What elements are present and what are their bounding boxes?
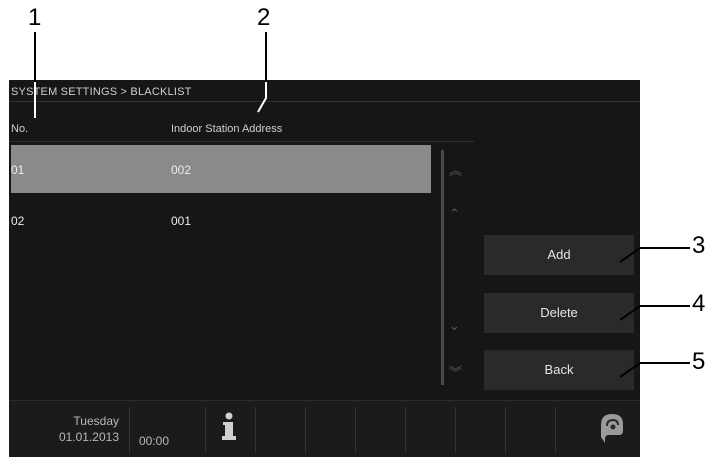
breadcrumb: SYSTEM SETTINGS > BLACKLIST [11,86,192,98]
callout-4: 4 [692,290,706,317]
status-bar: Tuesday 01.01.2013 00:00 [9,400,640,457]
double-chevron-down-icon[interactable]: ︾ [449,362,462,381]
callout-1: 1 [28,4,42,31]
divider [255,407,256,453]
chevron-down-icon[interactable]: ⌄ [449,318,460,334]
weekday: Tuesday [73,414,119,428]
callout-3: 3 [692,232,706,259]
row-no: 01 [11,163,25,177]
divider [555,407,556,453]
table-row[interactable]: 01 002 [11,145,431,193]
time-display: 00:00 [139,434,170,448]
divider [505,407,506,453]
blacklist-screen: SYSTEM SETTINGS > BLACKLIST No. Indoor S… [9,80,640,457]
row-address: 002 [171,163,192,177]
divider [355,407,356,453]
divider [405,407,406,453]
logo-icon [601,414,623,443]
header-divider [9,101,640,102]
divider [305,407,306,453]
callout-2: 2 [257,4,271,31]
info-icon[interactable] [219,411,239,443]
column-header-divider [9,141,474,142]
callout-5: 5 [692,348,706,375]
column-header-no: No. [11,123,29,135]
chevron-up-icon[interactable]: ⌃ [449,206,460,222]
date: 01.01.2013 [58,430,119,444]
scrollbar[interactable] [441,150,444,385]
divider [455,407,456,453]
divider [205,407,206,453]
add-button[interactable]: Add [484,235,634,275]
table-row[interactable]: 02 001 [11,196,431,244]
delete-button[interactable]: Delete [484,293,634,333]
double-chevron-up-icon[interactable]: ︽ [449,160,462,179]
back-button[interactable]: Back [484,350,634,390]
divider [129,407,130,453]
date-display: Tuesday 01.01.2013 [29,413,119,445]
row-no: 02 [11,214,25,228]
column-header-address: Indoor Station Address [171,123,283,135]
row-address: 001 [171,214,192,228]
